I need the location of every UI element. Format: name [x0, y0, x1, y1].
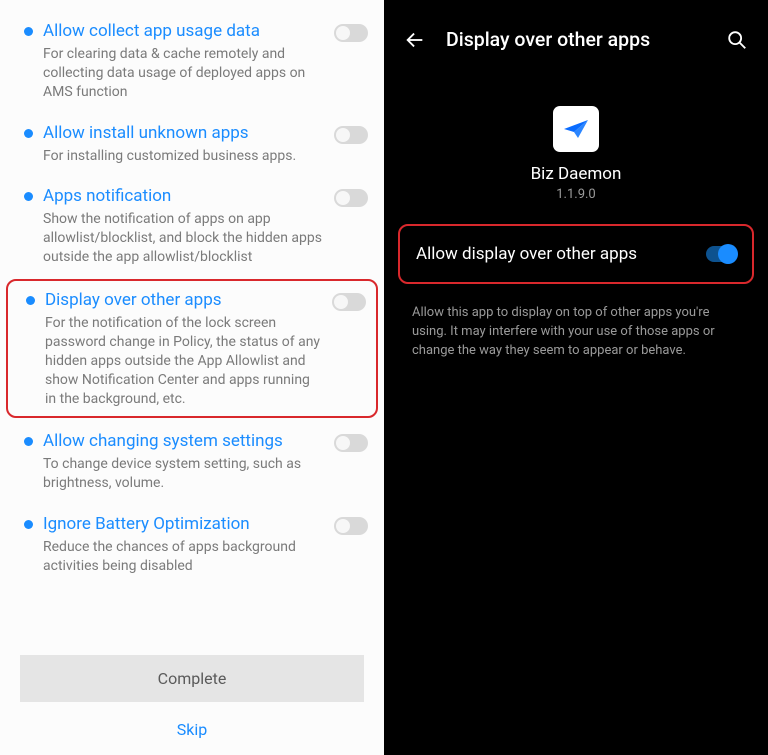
page-title: Display over other apps	[446, 28, 726, 51]
permission-title: Apps notification	[43, 185, 326, 208]
permission-text: Ignore Battery Optimization Reduce the c…	[43, 513, 334, 576]
bullet-icon	[24, 437, 33, 446]
toggle-switch[interactable]	[332, 293, 366, 311]
toggle-switch[interactable]	[334, 189, 368, 207]
permission-desc: For the notification of the lock screen …	[45, 314, 324, 408]
permission-text: Apps notification Show the notification …	[43, 185, 334, 267]
permission-title: Ignore Battery Optimization	[43, 513, 326, 536]
bullet-icon	[26, 296, 35, 305]
permission-title: Display over other apps	[45, 289, 324, 312]
permission-change-system-settings[interactable]: Allow changing system settings To change…	[0, 420, 384, 503]
permission-title: Allow install unknown apps	[43, 122, 326, 145]
back-arrow-icon[interactable]	[404, 29, 426, 51]
bullet-icon	[24, 192, 33, 201]
app-info: Biz Daemon 1.1.9.0	[384, 106, 768, 202]
app-name: Biz Daemon	[384, 164, 768, 184]
toggle-switch[interactable]	[334, 517, 368, 535]
bottom-bar: Complete Skip	[0, 649, 384, 755]
allow-display-over-row[interactable]: Allow display over other apps	[398, 224, 754, 284]
bullet-icon	[24, 129, 33, 138]
permission-desc: To change device system setting, such as…	[43, 455, 326, 493]
permission-desc: For installing customized business apps.	[43, 147, 326, 166]
permission-display-over-apps[interactable]: Display over other apps For the notifica…	[6, 279, 378, 418]
permission-usage-data[interactable]: Allow collect app usage data For clearin…	[0, 10, 384, 112]
paper-plane-icon	[561, 114, 591, 144]
permission-text: Display over other apps For the notifica…	[45, 289, 332, 408]
app-version: 1.1.9.0	[384, 187, 768, 202]
permission-text: Allow changing system settings To change…	[43, 430, 334, 493]
system-display-over-apps-screen: Display over other apps Biz Daemon 1.1.9…	[384, 0, 768, 755]
toggle-switch[interactable]	[706, 246, 736, 262]
app-bar: Display over other apps	[384, 0, 768, 71]
bullet-icon	[24, 520, 33, 529]
permission-battery-optimization[interactable]: Ignore Battery Optimization Reduce the c…	[0, 503, 384, 586]
toggle-switch[interactable]	[334, 434, 368, 452]
complete-button[interactable]: Complete	[20, 655, 364, 702]
skip-button[interactable]: Skip	[20, 714, 364, 745]
permission-apps-notification[interactable]: Apps notification Show the notification …	[0, 175, 384, 277]
permission-text: Allow install unknown apps For installin…	[43, 122, 334, 166]
setting-description: Allow this app to display on top of othe…	[384, 294, 768, 361]
permission-install-unknown[interactable]: Allow install unknown apps For installin…	[0, 112, 384, 176]
app-icon	[553, 106, 599, 152]
search-icon[interactable]	[726, 29, 748, 51]
permission-title: Allow changing system settings	[43, 430, 326, 453]
permissions-list-screen: Allow collect app usage data For clearin…	[0, 0, 384, 755]
toggle-switch[interactable]	[334, 24, 368, 42]
permission-desc: For clearing data & cache remotely and c…	[43, 45, 326, 102]
permission-desc: Reduce the chances of apps background ac…	[43, 538, 326, 576]
bullet-icon	[24, 27, 33, 36]
permission-text: Allow collect app usage data For clearin…	[43, 20, 334, 102]
permission-desc: Show the notification of apps on app all…	[43, 210, 326, 267]
permission-title: Allow collect app usage data	[43, 20, 326, 43]
setting-label: Allow display over other apps	[416, 244, 706, 264]
toggle-switch[interactable]	[334, 126, 368, 144]
